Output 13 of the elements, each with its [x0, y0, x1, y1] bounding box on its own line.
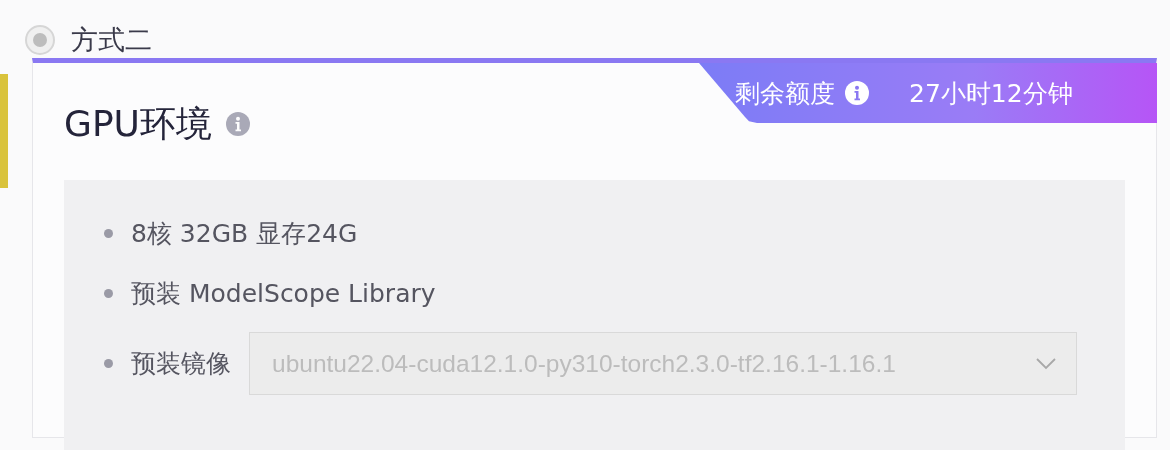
bullet-icon — [104, 288, 113, 298]
chevron-down-icon — [1036, 357, 1056, 370]
option-label: 方式二 — [71, 24, 152, 56]
bullet-icon — [104, 359, 113, 368]
info-icon — [225, 112, 250, 136]
spec-text: 8核 32GB 显存24G — [131, 217, 358, 250]
card-title: GPU环境 — [64, 101, 212, 146]
bullet-icon — [104, 228, 113, 238]
info-icon — [845, 81, 869, 105]
spec-text: 预装 ModelScope Library — [131, 277, 436, 310]
spec-label: 预装镜像 — [131, 348, 231, 380]
quota-value: 27小时12分钟 — [909, 77, 1073, 110]
quota-label: 剩余额度 — [735, 77, 835, 110]
